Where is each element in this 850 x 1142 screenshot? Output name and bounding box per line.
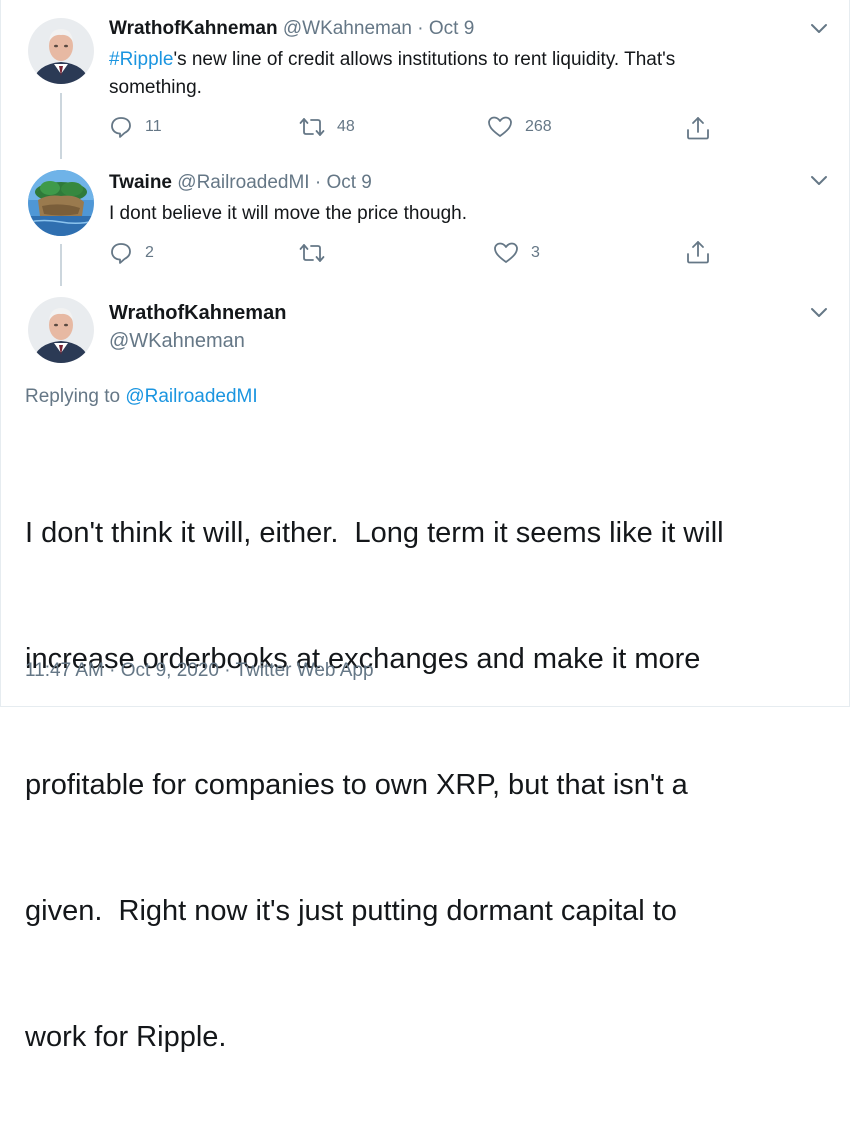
reply-icon: [111, 117, 131, 138]
main-tweet-line: work for Ripple.: [25, 1021, 227, 1053]
retweet-icon: [299, 118, 325, 136]
tweet-thread-container: WrathofKahneman @WKahneman · Oct 9 #Ripp…: [0, 0, 850, 1053]
like-icon: [494, 242, 518, 263]
reply-button[interactable]: 11: [109, 115, 162, 139]
tweet-timestamp[interactable]: 11:47 AM · Oct 9, 2020 · Twitter Web App: [25, 660, 374, 682]
tweet-text: I dont believe it will move the price th…: [109, 200, 467, 228]
share-button[interactable]: [685, 239, 711, 265]
retweet-count: 48: [337, 118, 355, 135]
tweet-text-line1: 's new line of credit allows institution…: [173, 49, 676, 70]
tweet-text-line2: something.: [109, 77, 202, 98]
chevron-down-icon[interactable]: [807, 168, 831, 192]
like-button[interactable]: 268: [487, 115, 552, 139]
author-name[interactable]: Twaine: [109, 172, 172, 193]
retweet-icon: [299, 244, 325, 262]
like-button[interactable]: 3: [493, 241, 540, 265]
author-handle[interactable]: @RailroadedMI: [177, 172, 309, 193]
separator: ·: [309, 172, 327, 193]
reply-count: 11: [145, 118, 162, 135]
avatar[interactable]: [28, 170, 94, 236]
like-icon: [488, 116, 512, 137]
share-button[interactable]: [685, 115, 711, 141]
tweet-text: #Ripple's new line of credit allows inst…: [109, 46, 675, 102]
share-icon: [687, 241, 709, 264]
replying-to: Replying to @RailroadedMI: [25, 386, 258, 408]
share-icon: [687, 117, 709, 140]
thread-connector-line: [60, 244, 62, 286]
thread-connector-line: [60, 93, 62, 159]
like-count: 3: [531, 244, 540, 261]
main-tweet-line: profitable for companies to own XRP, but…: [25, 769, 688, 801]
reply-icon: [111, 243, 131, 264]
replying-to-link[interactable]: @RailroadedMI: [125, 386, 257, 407]
chevron-down-icon[interactable]: [807, 300, 831, 324]
author-handle[interactable]: @WKahneman: [109, 330, 245, 353]
chevron-down-icon[interactable]: [807, 16, 831, 40]
hashtag-link[interactable]: #Ripple: [109, 49, 173, 70]
retweet-button[interactable]: [299, 241, 337, 265]
tweet-date[interactable]: Oct 9: [326, 172, 371, 193]
separator: ·: [411, 18, 429, 39]
author-handle[interactable]: @WKahneman: [283, 18, 412, 39]
author-name[interactable]: WrathofKahneman: [109, 18, 278, 39]
like-count: 268: [525, 118, 552, 135]
tweet-header: Twaine @RailroadedMI · Oct 9: [109, 172, 372, 194]
main-tweet-line: I don't think it will, either. Long term…: [25, 517, 724, 549]
replying-prefix: Replying to: [25, 386, 126, 407]
reply-button[interactable]: 2: [109, 241, 154, 265]
tweet-date[interactable]: Oct 9: [429, 18, 474, 39]
avatar[interactable]: [28, 297, 94, 363]
tweet-header: WrathofKahneman @WKahneman · Oct 9: [109, 18, 474, 40]
tweet-text-line1: I dont believe it will move the price th…: [109, 203, 468, 224]
main-tweet-text: I don't think it will, either. Long term…: [25, 428, 835, 1142]
author-name[interactable]: WrathofKahneman: [109, 302, 286, 325]
reply-count: 2: [145, 244, 154, 261]
retweet-button[interactable]: 48: [299, 115, 355, 139]
avatar[interactable]: [28, 18, 94, 84]
main-tweet-line: given. Right now it's just putting dorma…: [25, 895, 677, 927]
